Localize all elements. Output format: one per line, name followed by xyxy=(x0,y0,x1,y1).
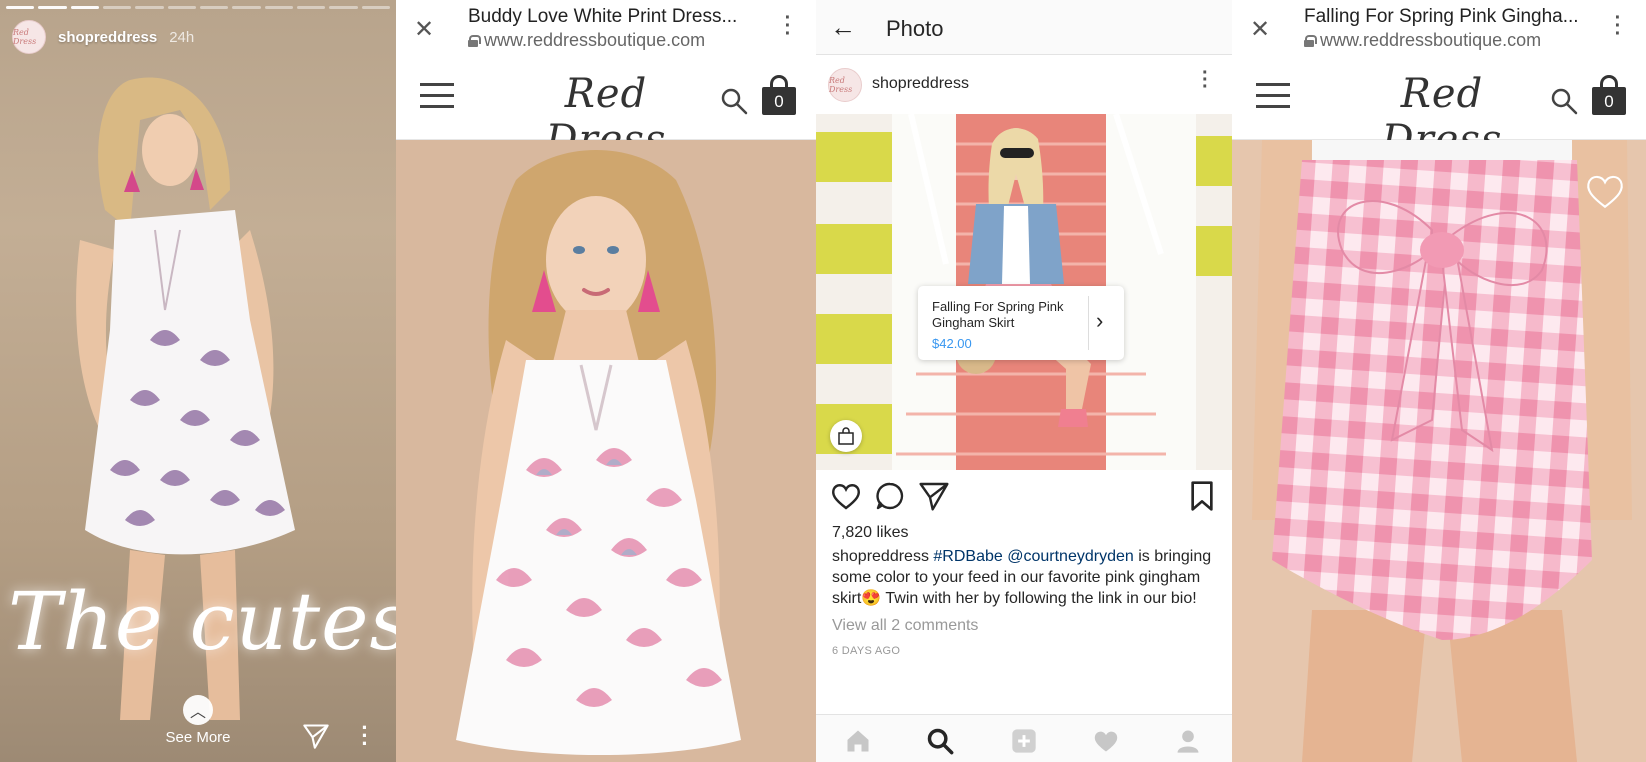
page-title: Falling For Spring Pink Gingha... xyxy=(1304,6,1579,27)
kebab-icon[interactable]: · · · xyxy=(1202,63,1209,97)
url-text: www.reddressboutique.com xyxy=(484,30,706,50)
bookmark-icon[interactable] xyxy=(1186,480,1218,512)
search-icon[interactable] xyxy=(720,87,748,115)
hamburger-icon[interactable] xyxy=(420,83,454,109)
bag-icon[interactable]: 0 xyxy=(762,75,796,115)
chevron-right-icon: › xyxy=(1096,308,1104,333)
site-header: Red Dress 0 xyxy=(396,55,816,163)
product-tag[interactable]: Falling For Spring Pink Gingham Skirt $4… xyxy=(918,286,1124,360)
post-timestamp: 6 DAYS AGO xyxy=(832,645,901,657)
browser-toolbar: ✕ Falling For Spring Pink Gingha... www.… xyxy=(1232,0,1646,55)
add-icon[interactable] xyxy=(1010,727,1038,755)
see-more-button[interactable]: ︿ See More xyxy=(160,695,236,746)
avatar[interactable]: Red Dress xyxy=(828,68,862,102)
address-bar[interactable]: www.reddressboutique.com xyxy=(1304,30,1541,51)
avatar[interactable]: Red Dress xyxy=(12,20,46,54)
story-panel: Red Dress shopreddress 24h The cute ︿ Se… xyxy=(0,0,396,762)
product-image-dress xyxy=(396,140,816,762)
heart-icon[interactable] xyxy=(1582,170,1628,212)
send-icon[interactable] xyxy=(918,480,950,512)
story-overlay-text: The cutest xyxy=(8,575,396,668)
lock-icon xyxy=(1304,34,1317,47)
lock-icon xyxy=(468,34,481,47)
site-header: Red Dress 0 xyxy=(1232,55,1646,163)
chevron-up-icon: ︿ xyxy=(183,695,213,725)
avatar-logo-text: Red Dress xyxy=(829,76,853,94)
cart-count: 0 xyxy=(762,87,796,115)
instagram-post-panel: ← Photo Red Dress shopreddress · · · Fal… xyxy=(816,0,1232,762)
avatar-logo-text: Red Dress xyxy=(13,28,37,46)
kebab-icon[interactable]: · · · xyxy=(784,8,792,44)
see-more-label: See More xyxy=(165,729,231,746)
story-timestamp: 24h xyxy=(169,28,195,46)
search-icon[interactable] xyxy=(926,727,954,755)
send-icon[interactable] xyxy=(302,722,330,750)
hamburger-icon[interactable] xyxy=(1256,83,1290,109)
bottom-tab-bar xyxy=(816,714,1232,762)
post-photo[interactable]: Falling For Spring Pink Gingham Skirt $4… xyxy=(816,114,1232,470)
kebab-icon[interactable]: · · · xyxy=(360,717,370,755)
url-text: www.reddressboutique.com xyxy=(1320,30,1542,50)
product-tag-price: $42.00 xyxy=(932,336,972,351)
product-image-skirt xyxy=(1232,140,1646,762)
browser-panel-skirt: ✕ Falling For Spring Pink Gingha... www.… xyxy=(1232,0,1646,762)
caption-mention[interactable]: @courtneydryden xyxy=(1007,548,1134,565)
bag-icon[interactable]: 0 xyxy=(1592,75,1626,115)
back-arrow-icon[interactable]: ← xyxy=(830,12,856,43)
shopping-bag-icon[interactable] xyxy=(830,420,862,452)
heart-icon[interactable] xyxy=(830,480,862,512)
product-tag-name: Falling For Spring Pink Gingham Skirt xyxy=(932,299,1064,330)
header-title: Photo xyxy=(886,16,944,41)
post-actions xyxy=(816,470,1232,520)
browser-toolbar: ✕ Buddy Love White Print Dress... www.re… xyxy=(396,0,816,55)
home-icon[interactable] xyxy=(844,727,872,755)
story-progress-bar xyxy=(6,6,390,9)
profile-icon[interactable] xyxy=(1174,727,1202,755)
instagram-header: ← Photo xyxy=(816,0,1232,55)
kebab-icon[interactable]: · · · xyxy=(1614,8,1622,44)
search-icon[interactable] xyxy=(1550,87,1578,115)
heart-icon[interactable] xyxy=(1092,727,1120,755)
close-icon[interactable]: ✕ xyxy=(1248,15,1272,44)
post-author-row: Red Dress shopreddress · · · xyxy=(816,56,1232,114)
caption-hashtag[interactable]: #RDBabe xyxy=(933,548,1002,565)
post-caption: shopreddress #RDBabe @courtneydryden is … xyxy=(832,546,1218,609)
story-username[interactable]: shopreddress xyxy=(58,29,157,46)
page-title: Buddy Love White Print Dress... xyxy=(468,6,738,27)
browser-panel-dress: ✕ Buddy Love White Print Dress... www.re… xyxy=(396,0,816,762)
comment-icon[interactable] xyxy=(874,480,906,512)
caption-username[interactable]: shopreddress xyxy=(832,548,929,565)
address-bar[interactable]: www.reddressboutique.com xyxy=(468,30,705,51)
close-icon[interactable]: ✕ xyxy=(412,15,436,44)
story-header[interactable]: Red Dress shopreddress 24h xyxy=(12,20,194,54)
view-comments-link[interactable]: View all 2 comments xyxy=(832,617,978,635)
likes-count[interactable]: 7,820 likes xyxy=(832,524,909,542)
post-username[interactable]: shopreddress xyxy=(872,75,969,93)
cart-count: 0 xyxy=(1592,87,1626,115)
